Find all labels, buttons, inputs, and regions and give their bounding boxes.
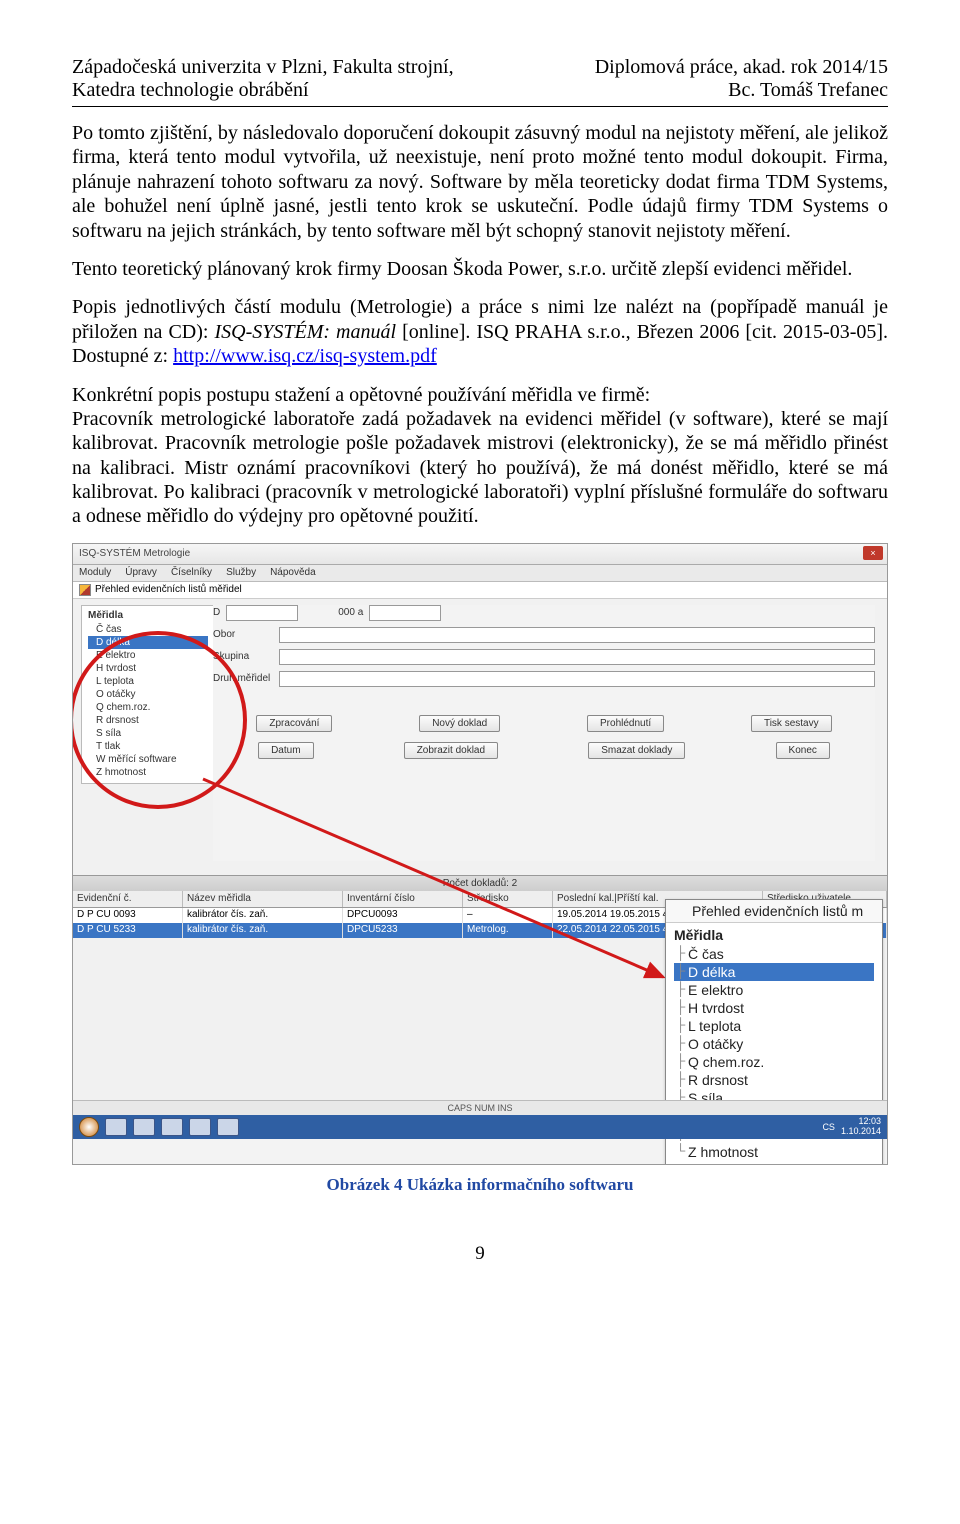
window-titlebar: ISQ-SYSTÉM Metrologie × [73, 544, 887, 565]
tree-item-D[interactable]: D délka [88, 636, 208, 649]
page-number: 9 [72, 1243, 888, 1265]
paragraph-5: Pracovník metrologické laboratoře zadá p… [72, 407, 888, 529]
menu-moduly[interactable]: Moduly [79, 567, 111, 578]
btn-novy[interactable]: Nový doklad [419, 715, 500, 732]
tree-item-S[interactable]: S síla [88, 727, 208, 740]
btn-zobrazit[interactable]: Zobrazit doklad [404, 742, 498, 759]
input-d[interactable] [226, 605, 298, 621]
zoom-item-L[interactable]: ├ L teplota [674, 1017, 874, 1035]
btn-smazat[interactable]: Smazat doklady [588, 742, 685, 759]
tree-item-T[interactable]: T tlak [88, 740, 208, 753]
zoom-panel-icon [672, 904, 686, 918]
tree-item-E[interactable]: E elektro [88, 649, 208, 662]
zoom-panel-title: Přehled evidenčních listů m [692, 903, 863, 919]
taskbar-app-4[interactable] [189, 1118, 211, 1136]
tree-item-O[interactable]: O otáčky [88, 688, 208, 701]
grid-header-3[interactable]: Inventární číslo [343, 891, 463, 907]
input-od[interactable] [369, 605, 441, 621]
zoom-item-Č[interactable]: ├ Č čas [674, 945, 874, 963]
window-title-text: ISQ-SYSTÉM Metrologie [79, 548, 190, 559]
tree-item-Č[interactable]: Č čas [88, 623, 208, 636]
panel-icon [79, 584, 91, 596]
form-area: D 000 a Obor Skupina Dr [213, 605, 875, 861]
page-header: Západočeská univerzita v Plzni, Fakulta … [72, 56, 888, 107]
menu-upravy[interactable]: Úpravy [125, 567, 157, 578]
category-tree[interactable]: Měřidla Č časD délkaE elektroH tvrdostL … [81, 605, 215, 784]
zoom-item-R[interactable]: ├ R drsnost [674, 1071, 874, 1089]
taskbar-clock[interactable]: 12:03 1.10.2014 [841, 1117, 881, 1137]
zoom-item-E[interactable]: ├ E elektro [674, 981, 874, 999]
input-druh[interactable] [279, 671, 875, 687]
btn-prohlizeni[interactable]: Prohlédnutí [587, 715, 664, 732]
header-left-1: Západočeská univerzita v Plzni, Fakulta … [72, 56, 454, 79]
label-obor: Obor [213, 629, 273, 640]
header-left-2: Katedra technologie obrábění [72, 79, 309, 102]
tree-header: Měřidla [88, 610, 208, 621]
tree-item-Q[interactable]: Q chem.roz. [88, 701, 208, 714]
menu-ciselniky[interactable]: Číselníky [171, 567, 212, 578]
taskbar-app-5[interactable] [217, 1118, 239, 1136]
grid-header-4[interactable]: Středisko [463, 891, 553, 907]
menu-napoveda[interactable]: Nápověda [270, 567, 316, 578]
paragraph-2: Tento teoretický plánovaný krok firmy Do… [72, 257, 888, 281]
isq-link[interactable]: http://www.isq.cz/isq-system.pdf [173, 345, 437, 367]
taskbar-app-2[interactable] [133, 1118, 155, 1136]
grid-header-1[interactable]: Evidenční č. [73, 891, 183, 907]
header-right-1: Diplomová práce, akad. rok 2014/15 [595, 56, 888, 79]
btn-zpracovani[interactable]: Zpracování [256, 715, 332, 732]
panel-titlebar: Přehled evidenčních listů měřidel [73, 582, 887, 599]
grid-header-2[interactable]: Název měřidla [183, 891, 343, 907]
zoom-item-Z[interactable]: └ Z hmotnost [674, 1143, 874, 1161]
input-skupina[interactable] [279, 649, 875, 665]
label-d: D [213, 607, 220, 618]
screenshot-figure: ISQ-SYSTÉM Metrologie × Moduly Úpravy Čí… [72, 543, 888, 1165]
taskbar-app-1[interactable] [105, 1118, 127, 1136]
taskbar: CS 12:03 1.10.2014 [73, 1115, 887, 1139]
header-right-2: Bc. Tomáš Trefanec [728, 79, 888, 102]
zoom-tree-header: Měřidla [666, 923, 882, 943]
paragraph-4: Konkrétní popis postupu stažení a opětov… [72, 383, 888, 407]
btn-datum[interactable]: Datum [258, 742, 313, 759]
zoom-item-H[interactable]: ├ H tvrdost [674, 999, 874, 1017]
input-obor[interactable] [279, 627, 875, 643]
label-skupina: Skupina [213, 651, 273, 662]
label-druh: Druh měřidel [213, 673, 273, 684]
tree-item-Z[interactable]: Z hmotnost [88, 766, 208, 779]
window-menu: Moduly Úpravy Číselníky Služby Nápověda [73, 565, 887, 582]
menu-sluzby[interactable]: Služby [226, 567, 256, 578]
taskbar-app-3[interactable] [161, 1118, 183, 1136]
zoom-item-Q[interactable]: ├ Q chem.roz. [674, 1053, 874, 1071]
figure-caption: Obrázek 4 Ukázka informačního softwaru [72, 1175, 888, 1195]
label-od: 000 a [338, 607, 363, 618]
start-button-icon[interactable] [79, 1117, 99, 1137]
panel-title-text: Přehled evidenčních listů měřidel [95, 584, 242, 595]
tree-item-W[interactable]: W měřící software [88, 753, 208, 766]
tree-item-R[interactable]: R drsnost [88, 714, 208, 727]
btn-konec[interactable]: Konec [776, 742, 830, 759]
taskbar-lang[interactable]: CS [822, 1122, 835, 1132]
paragraph-3: Popis jednotlivých částí modulu (Metrolo… [72, 295, 888, 368]
zoom-item-D[interactable]: ├ D délka [674, 963, 874, 981]
close-icon[interactable]: × [863, 546, 883, 560]
zoom-item-O[interactable]: ├ O otáčky [674, 1035, 874, 1053]
status-bar: CAPS NUM INS [73, 1100, 887, 1115]
tree-item-L[interactable]: L teplota [88, 675, 208, 688]
paragraph-1: Po tomto zjištění, by následovalo doporu… [72, 121, 888, 243]
tree-item-H[interactable]: H tvrdost [88, 662, 208, 675]
body-text: Po tomto zjištění, by následovalo doporu… [72, 121, 888, 529]
btn-tisk[interactable]: Tisk sestavy [751, 715, 832, 732]
